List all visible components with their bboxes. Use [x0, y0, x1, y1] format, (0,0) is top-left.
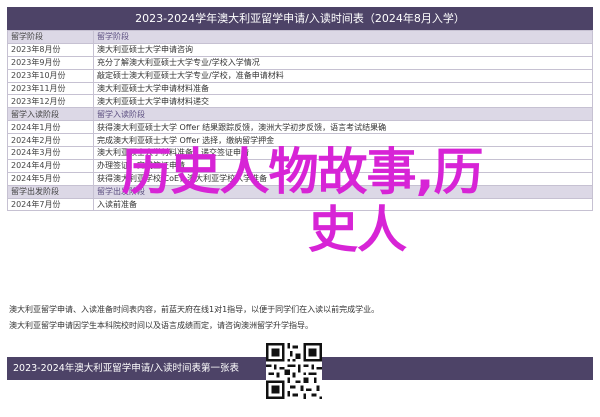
table-row: 2023年12月份 澳大利亚硕士大学申请材料递交	[7, 94, 593, 109]
section-label-repeat: 留学阶段	[93, 30, 593, 44]
overlay-line-2: 史人	[308, 201, 407, 259]
row-event: 澳大利亚硕士大学申请材料递交	[93, 94, 593, 109]
row-date: 2024年5月份	[7, 171, 94, 186]
row-date: 2023年12月份	[7, 94, 94, 109]
row-event: 敲定硕士澳大利亚硕士大学专业/学校，准备申请材料	[93, 68, 593, 83]
table-title: 2023-2024学年澳大利亚留学申请/入读时间表（2024年8月入学）	[7, 7, 593, 30]
note-line-2: 澳大利亚留学申请因学生本科院校时间以及语言成绩而定，请咨询澳洲留学升学指导。	[9, 321, 313, 330]
overlay-heading: 历史人物故事,历 史人	[92, 143, 512, 259]
section-header: 留学阶段 留学阶段	[7, 30, 593, 44]
row-date: 2023年10月份	[7, 68, 94, 83]
table-row: 2024年1月份 获得澳大利亚硕士大学 Offer 结果跟踪反馈，澳洲大学初步反…	[7, 120, 593, 135]
table-row: 2023年10月份 敲定硕士澳大利亚硕士大学专业/学校，准备申请材料	[7, 68, 593, 83]
section-label-repeat: 留学入读阶段	[93, 107, 593, 122]
table-row: 2023年8月份 澳大利亚硕士大学申请咨询	[7, 42, 593, 57]
note-line-1: 澳大利亚留学申请、入读准备时间表内容，前蓝天府在线1对1指导，以便于同学们在入读…	[9, 305, 380, 314]
row-event: 充分了解澳大利亚硕士大学专业/学校入学情况	[93, 55, 593, 70]
section-label: 留学入读阶段	[7, 107, 94, 122]
document-page: 2023-2024学年澳大利亚留学申请/入读时间表（2024年8月入学） 留学阶…	[0, 0, 600, 417]
section-label: 留学出发阶段	[7, 184, 94, 199]
qr-code-icon	[266, 343, 322, 399]
row-date: 2024年3月份	[7, 146, 94, 160]
row-date: 2024年2月份	[7, 133, 94, 148]
row-date: 2024年4月份	[7, 158, 94, 173]
row-date: 2024年1月份	[7, 120, 94, 135]
row-event: 澳大利亚硕士大学申请材料准备	[93, 81, 593, 96]
row-date: 2023年11月份	[7, 81, 94, 96]
row-event: 澳大利亚硕士大学申请咨询	[93, 42, 593, 57]
row-date: 2023年8月份	[7, 42, 94, 57]
row-date: 2024年7月份	[7, 197, 94, 212]
table-row: 2023年11月份 澳大利亚硕士大学申请材料准备	[7, 81, 593, 96]
section-label: 留学阶段	[7, 30, 94, 44]
section-header: 留学入读阶段 留学入读阶段	[7, 107, 593, 122]
overlay-line-1: 历史人物故事,历	[121, 143, 484, 201]
row-date: 2023年9月份	[7, 55, 94, 70]
row-event: 获得澳大利亚硕士大学 Offer 结果跟踪反馈，澳洲大学初步反馈，语言考试结果确	[93, 120, 593, 135]
table-row: 2023年9月份 充分了解澳大利亚硕士大学专业/学校入学情况	[7, 55, 593, 70]
